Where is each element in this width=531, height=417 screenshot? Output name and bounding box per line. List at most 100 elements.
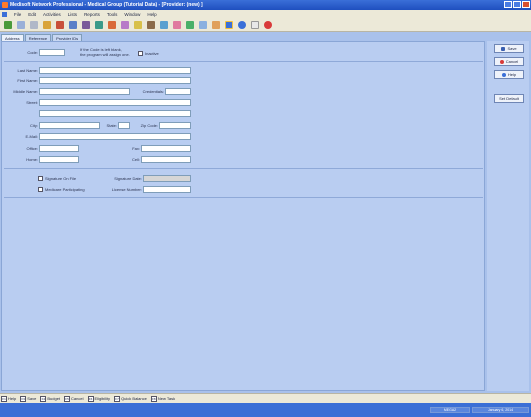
window-title: Medisoft Network Professional - Medical … bbox=[10, 2, 203, 8]
help-button[interactable]: Help bbox=[494, 70, 524, 79]
f7-key: F7 bbox=[114, 395, 121, 402]
email-label: E-Mail: bbox=[25, 134, 38, 139]
menu-reports[interactable]: Reports bbox=[84, 12, 100, 17]
menu-lists[interactable]: Lists bbox=[68, 12, 77, 17]
toolbar-code-icon[interactable] bbox=[173, 20, 181, 29]
medicare-participating-checkbox[interactable] bbox=[38, 187, 43, 192]
toolbar-patient-icon[interactable] bbox=[69, 20, 77, 29]
toolbar-billing-icon[interactable] bbox=[212, 20, 220, 29]
set-default-button[interactable]: Set Default bbox=[494, 94, 524, 103]
provider-form-panel: Code: If the Code is left blank, the pro… bbox=[1, 41, 485, 391]
tab-reference[interactable]: Reference bbox=[24, 34, 52, 41]
help-label: Help bbox=[507, 72, 517, 77]
f8-label: New Task bbox=[157, 396, 176, 401]
save-label: Save bbox=[507, 46, 517, 51]
toolbar-scheduler-icon[interactable] bbox=[108, 20, 116, 29]
credentials-input[interactable] bbox=[165, 88, 191, 95]
f4-budget-shortcut[interactable]: F4 Budget bbox=[40, 395, 61, 402]
menu-activities[interactable]: Activities bbox=[43, 12, 61, 17]
city-input[interactable] bbox=[39, 122, 100, 129]
code-hint-line2: the program will assign one. bbox=[80, 52, 130, 57]
cancel-icon bbox=[499, 59, 504, 64]
inactive-checkbox[interactable] bbox=[138, 51, 143, 56]
first-name-input[interactable] bbox=[39, 77, 191, 84]
signature-on-file-label: Signature On File bbox=[45, 176, 77, 181]
f5-key: F5 bbox=[64, 395, 71, 402]
status-date: January 6, 2014 bbox=[472, 407, 529, 413]
street-label: Street: bbox=[26, 100, 38, 105]
maximize-button[interactable] bbox=[513, 1, 521, 8]
code-input[interactable] bbox=[39, 49, 65, 56]
signature-date-label: Signature Date: bbox=[114, 176, 142, 181]
office-label: Office: bbox=[26, 146, 39, 151]
menu-icon[interactable] bbox=[2, 11, 7, 17]
menu-window[interactable]: Window bbox=[124, 12, 140, 17]
tab-provider-ids[interactable]: Provider IDs bbox=[52, 34, 83, 41]
f5-cancel-shortcut[interactable]: F5 Cancel bbox=[64, 395, 84, 402]
f7-quick-balance-shortcut[interactable]: F7 Quick Balance bbox=[114, 395, 147, 402]
menu-help[interactable]: Help bbox=[147, 12, 156, 17]
fax-input[interactable] bbox=[141, 145, 191, 152]
last-name-label: Last Name: bbox=[17, 68, 38, 73]
toolbar-payment-icon[interactable] bbox=[43, 20, 51, 29]
middle-name-input[interactable] bbox=[39, 88, 130, 95]
f7-label: Quick Balance bbox=[121, 396, 147, 401]
toolbar-insurance-icon[interactable] bbox=[160, 20, 168, 29]
code-label: Code: bbox=[27, 50, 38, 55]
medicare-participating-label: Medicare Participating bbox=[45, 187, 85, 192]
email-input[interactable] bbox=[39, 133, 191, 140]
close-window-button[interactable] bbox=[522, 1, 530, 8]
toolbar-case-icon[interactable] bbox=[82, 20, 90, 29]
menu-tools[interactable]: Tools bbox=[107, 12, 118, 17]
license-number-label: License Number: bbox=[111, 187, 142, 192]
menu-bar: File Edit Activities Lists Reports Tools… bbox=[0, 10, 531, 18]
toolbar-info-icon[interactable] bbox=[238, 20, 246, 29]
signature-on-file-checkbox[interactable] bbox=[38, 176, 43, 181]
menu-edit[interactable]: Edit bbox=[28, 12, 36, 17]
first-name-label: First Name: bbox=[17, 78, 38, 83]
home-phone-input[interactable] bbox=[39, 156, 79, 163]
toolbar-facility-icon[interactable] bbox=[199, 20, 207, 29]
toolbar-list-icon[interactable] bbox=[121, 20, 129, 29]
f8-new-task-shortcut[interactable]: F8 New Task bbox=[150, 395, 176, 402]
office-phone-input[interactable] bbox=[39, 145, 79, 152]
toolbar-address-icon[interactable] bbox=[186, 20, 194, 29]
minimize-button[interactable] bbox=[504, 1, 512, 8]
status-database: MEGA2 bbox=[430, 407, 470, 413]
toolbar-search-icon[interactable] bbox=[30, 20, 38, 29]
street-line1-input[interactable] bbox=[39, 99, 191, 106]
f3-save-shortcut[interactable]: F3 Save bbox=[20, 395, 36, 402]
title-bar: Medisoft Network Professional - Medical … bbox=[0, 0, 531, 10]
separator bbox=[4, 61, 483, 62]
signature-date-input[interactable] bbox=[143, 175, 191, 182]
street-line2-input[interactable] bbox=[39, 110, 191, 117]
f5-label: Cancel bbox=[71, 396, 84, 401]
toolbar-appointment-icon[interactable] bbox=[95, 20, 103, 29]
f1-help-shortcut[interactable]: F1 Help bbox=[1, 395, 16, 402]
toolbar-claim-icon[interactable] bbox=[17, 20, 25, 29]
toolbar-help-icon[interactable] bbox=[251, 20, 259, 29]
f4-label: Budget bbox=[47, 396, 61, 401]
f3-key: F3 bbox=[20, 395, 27, 402]
toolbar-transaction-icon[interactable] bbox=[4, 20, 12, 29]
toolbar-report-icon[interactable] bbox=[134, 20, 142, 29]
function-key-bar: F1 Help F3 Save F4 Budget F5 Cancel F6 Eligib… bbox=[0, 393, 531, 403]
toolbar-active-icon[interactable] bbox=[225, 20, 233, 29]
state-input[interactable] bbox=[118, 122, 130, 129]
city-label: City: bbox=[30, 123, 38, 128]
credentials-label: Credentials: bbox=[142, 89, 164, 94]
f6-eligibility-shortcut[interactable]: F6 Eligibility bbox=[87, 395, 110, 402]
toolbar-exit-icon[interactable] bbox=[264, 20, 272, 29]
menu-file[interactable]: File bbox=[14, 12, 21, 17]
save-icon bbox=[501, 46, 506, 51]
status-bar: MEGA2 January 6, 2014 bbox=[0, 403, 531, 417]
toolbar-statement-icon[interactable] bbox=[56, 20, 64, 29]
license-number-input[interactable] bbox=[143, 186, 191, 193]
cell-phone-input[interactable] bbox=[141, 156, 191, 163]
last-name-input[interactable] bbox=[39, 67, 191, 74]
save-button[interactable]: Save bbox=[494, 44, 524, 53]
toolbar-provider-icon[interactable] bbox=[147, 20, 155, 29]
tab-address[interactable]: Address bbox=[1, 34, 24, 41]
zip-input[interactable] bbox=[159, 122, 191, 129]
cancel-button[interactable]: Cancel bbox=[494, 57, 524, 66]
